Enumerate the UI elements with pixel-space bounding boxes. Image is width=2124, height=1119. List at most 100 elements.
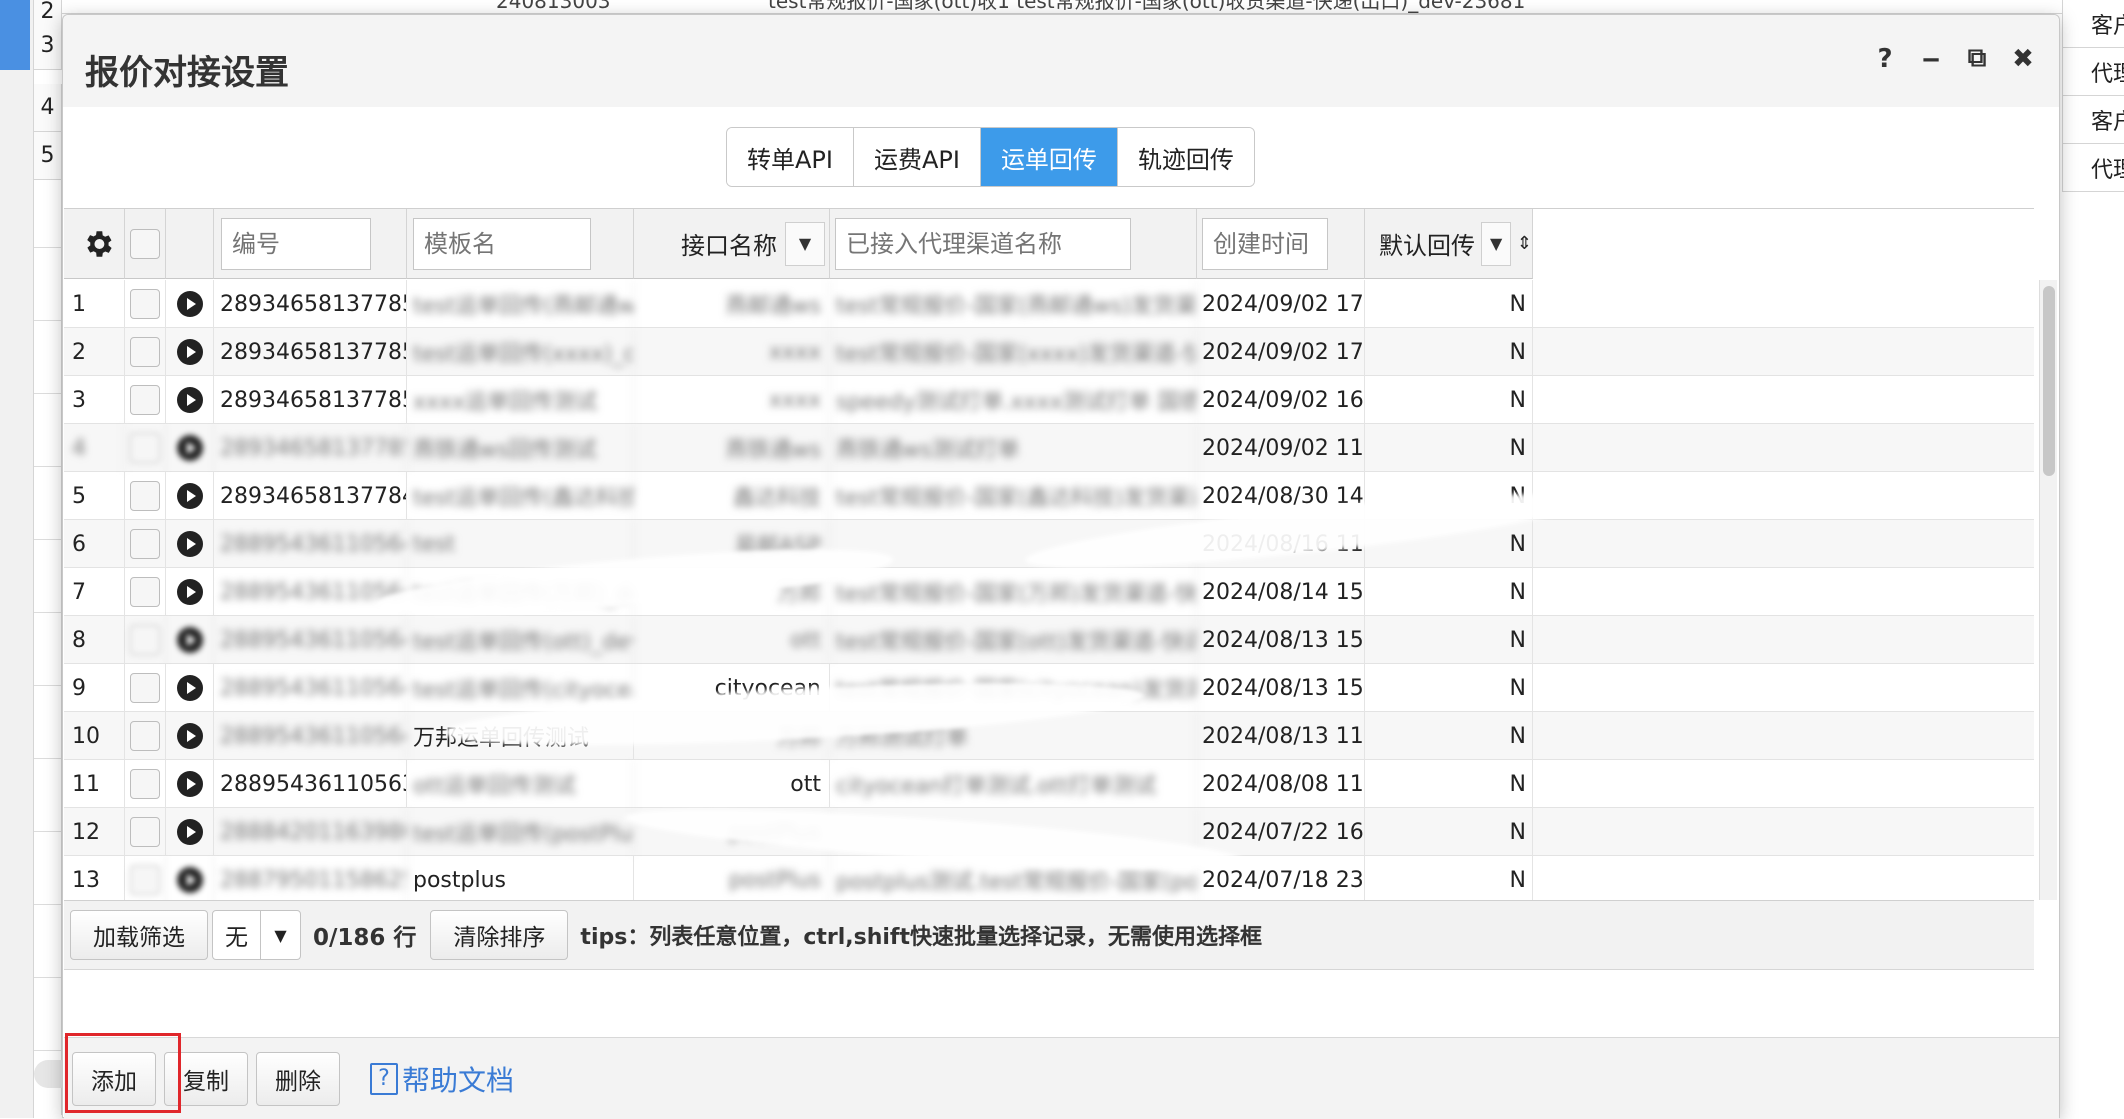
table-row[interactable]: 5 28934658137784844 test运单回传(鑫达科技)_dev 鑫… <box>64 472 2034 520</box>
row-checkbox-cell <box>125 568 166 616</box>
sort-icon[interactable]: ⇕ <box>1517 233 1532 254</box>
table-row[interactable]: 1 28934658137785580 test运单回传(燕邮通ws)_dev … <box>64 280 2034 328</box>
filter-select[interactable]: 无 ▼ <box>212 910 301 960</box>
play-icon[interactable] <box>176 339 203 365</box>
grid-scrollbar[interactable] <box>2039 280 2057 900</box>
row-api: postPlus <box>634 856 830 904</box>
row-checkbox-cell <box>125 616 166 664</box>
row-id: 28895436110564480 <box>214 568 407 616</box>
api-name-dropdown[interactable]: ▼ <box>785 221 825 266</box>
row-number: 13 <box>64 856 125 904</box>
tab-transfer-api[interactable]: 转单API <box>727 128 854 186</box>
channel-filter-input[interactable] <box>835 217 1131 270</box>
chevron-down-icon[interactable]: ▼ <box>260 911 300 959</box>
background-sheet-gutter <box>0 0 34 1118</box>
table-row[interactable]: 11 28895436110563208 ott运单回传测试 ott cityo… <box>64 760 2034 808</box>
row-template: test运单回传(xxxx)_dev-245 <box>407 328 634 376</box>
row-channel: test常规报价-国家(燕邮通ws)发货渠道-快递(出口) <box>830 280 1197 328</box>
play-icon[interactable] <box>176 867 203 893</box>
grid-footer: 加载筛选 无 ▼ 0/186 行 清除排序 tips：列表任意位置，ctrl,s… <box>64 900 2034 970</box>
table-row[interactable]: 4 28934658137785575 燕铁通ws回传测试 燕铁通ws 燕铁通w… <box>64 424 2034 472</box>
popout-icon[interactable]: ⧉ <box>1965 43 1989 74</box>
play-icon[interactable] <box>176 387 203 413</box>
play-icon[interactable] <box>176 819 203 845</box>
row-checkbox[interactable] <box>130 673 160 703</box>
row-action-cell <box>166 616 214 664</box>
help-icon[interactable]: ? <box>1873 44 1897 74</box>
template-header <box>407 209 634 279</box>
default-api-header[interactable]: 默认回传API ▼ ⇕ <box>1365 209 1533 279</box>
row-checkbox[interactable] <box>130 817 160 847</box>
select-all-header <box>125 209 166 279</box>
quote-integration-dialog: 报价对接设置 ? ‒ ⧉ ✖ 转单API 运费API 运单回传 轨迹回传 编号 … <box>62 14 2060 1119</box>
delete-button[interactable]: 删除 <box>256 1051 340 1106</box>
row-id: 28895436110563208 <box>214 760 407 808</box>
action-bar: 添加 复制 删除 ? 帮助文档 <box>64 1037 2059 1119</box>
gear-icon[interactable] <box>81 227 115 261</box>
help-doc-icon: ? <box>370 1062 398 1095</box>
api-tabs: 转单API 运费API 运单回传 轨迹回传 <box>726 127 1255 187</box>
row-checkbox[interactable] <box>130 625 160 655</box>
help-doc-link[interactable]: ? 帮助文档 <box>370 1059 514 1099</box>
play-icon[interactable] <box>176 531 203 557</box>
row-default: N <box>1365 568 1533 616</box>
row-checkbox[interactable] <box>130 721 160 751</box>
add-button-highlight <box>65 1033 181 1113</box>
row-checkbox[interactable] <box>130 865 160 895</box>
row-created: 2024/08/13 11:55:27 <box>1197 712 1365 760</box>
id-filter-input[interactable] <box>221 217 371 270</box>
row-checkbox-cell <box>125 712 166 760</box>
row-checkbox[interactable] <box>130 385 160 415</box>
row-created: 2024/09/02 17:23:42 <box>1197 280 1365 328</box>
row-created: 2024/08/08 11:48:20 <box>1197 760 1365 808</box>
close-icon[interactable]: ✖ <box>2011 44 2035 74</box>
play-icon[interactable] <box>176 723 203 749</box>
minimize-icon[interactable]: ‒ <box>1919 44 1943 74</box>
play-icon[interactable] <box>176 675 203 701</box>
row-default: N <box>1365 376 1533 424</box>
row-checkbox[interactable] <box>130 337 160 367</box>
select-all-checkbox[interactable] <box>130 228 160 259</box>
table-row[interactable]: 10 28895436110564260 万邦运单回传测试 万邦 万邦测试打单 … <box>64 712 2034 760</box>
background-top-row: 240813003 test常规报价-国家(ott)收1 test常规报价-国家… <box>62 0 2062 14</box>
template-filter-input[interactable] <box>413 217 591 270</box>
play-icon[interactable] <box>176 771 203 797</box>
row-action-cell <box>166 424 214 472</box>
row-channel: test常规报价-国家(万邦)发货渠道-快递(出口)_d <box>830 568 1197 616</box>
clear-sort-button[interactable]: 清除排序 <box>430 910 569 960</box>
row-checkbox[interactable] <box>130 481 160 511</box>
row-id: 28895436110564610 <box>214 520 407 568</box>
table-row[interactable]: 3 28934658137785576 xxxx运单回传测试 xxxx spee… <box>64 376 2034 424</box>
api-name-header[interactable]: 接口名称 ▼ <box>634 209 830 279</box>
row-action-cell <box>166 712 214 760</box>
default-api-dropdown[interactable]: ▼ <box>1481 221 1511 266</box>
row-checkbox[interactable] <box>130 529 160 559</box>
row-default: N <box>1365 328 1533 376</box>
row-checkbox[interactable] <box>130 769 160 799</box>
scrollbar-thumb[interactable] <box>2043 286 2055 476</box>
tab-tracking-callback[interactable]: 轨迹回传 <box>1117 128 1254 186</box>
table-row[interactable]: 7 28895436110564480 test运单回传(万邦)_dev-230… <box>64 568 2034 616</box>
tab-waybill-callback[interactable]: 运单回传 <box>980 128 1118 186</box>
play-icon[interactable] <box>176 435 203 461</box>
row-template: test <box>407 520 634 568</box>
row-checkbox[interactable] <box>130 289 160 319</box>
load-filter-button[interactable]: 加载筛选 <box>70 910 208 960</box>
created-filter-input[interactable] <box>1202 217 1328 270</box>
grid-settings-header <box>64 209 125 279</box>
tab-freight-api[interactable]: 运费API <box>853 128 981 186</box>
table-row[interactable]: 2 28934658137785578 test运单回传(xxxx)_dev-2… <box>64 328 2034 376</box>
row-checkbox[interactable] <box>130 577 160 607</box>
table-row[interactable]: 8 28895436110564271 test运单回传(ott)_dev-23… <box>64 616 2034 664</box>
background-top-row-text: test常规报价-国家(ott)收1 test常规报价-国家(ott)收货渠道-… <box>768 0 1526 13</box>
row-checkbox[interactable] <box>130 433 160 463</box>
play-icon[interactable] <box>176 627 203 653</box>
row-checkbox-cell <box>125 472 166 520</box>
play-icon[interactable] <box>176 579 203 605</box>
row-id: 28884201163980802 <box>214 808 407 856</box>
play-icon[interactable] <box>176 291 203 317</box>
id-header <box>214 209 407 279</box>
play-icon[interactable] <box>176 483 203 509</box>
row-number: 9 <box>64 664 125 712</box>
background-right-cell: 客户 <box>2062 96 2124 144</box>
